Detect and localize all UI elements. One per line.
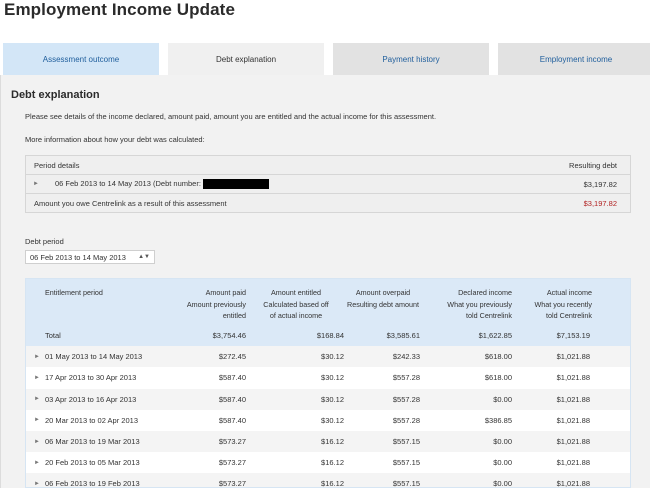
caret-right-icon[interactable]: ► <box>34 481 40 487</box>
total-paid: $3,754.46 <box>212 331 246 341</box>
row-paid: $573.27 <box>218 479 246 488</box>
row-period: 20 Mar 2013 to 02 Apr 2013 <box>45 415 138 425</box>
table-row[interactable]: ► 06 Mar 2013 to 19 Mar 2013 $573.27 $16… <box>26 431 630 453</box>
row-overpaid: $557.28 <box>392 394 420 404</box>
caret-right-icon[interactable]: ► <box>34 354 40 360</box>
caret-right-icon[interactable]: ► <box>34 396 40 402</box>
tab-payment-history[interactable]: Payment history <box>333 43 489 75</box>
row-declared: $0.00 <box>493 479 512 488</box>
total-row: Total $3,754.46 $168.84 $3,585.61 $1,622… <box>26 325 630 347</box>
row-overpaid: $242.33 <box>392 352 420 362</box>
row-overpaid: $557.15 <box>392 437 420 447</box>
row-declared: $0.00 <box>493 437 512 447</box>
amount-owed-row: Amount you owe Centrelink as a result of… <box>26 194 630 213</box>
tab-assessment-outcome[interactable]: Assessment outcome <box>3 43 159 75</box>
row-actual: $1,021.88 <box>556 415 590 425</box>
row-overpaid: $557.28 <box>392 415 420 425</box>
row-actual: $1,021.88 <box>556 352 590 362</box>
row-entitled: $30.12 <box>321 394 344 404</box>
header-amount-paid: Amount paid Amount previously entitled <box>186 288 246 320</box>
table-row[interactable]: ► 17 Apr 2013 to 30 Apr 2013 $587.40 $30… <box>26 367 630 389</box>
row-overpaid: $557.15 <box>392 458 420 468</box>
row-actual: $1,021.88 <box>556 437 590 447</box>
row-actual: $1,021.88 <box>556 394 590 404</box>
row-overpaid: $557.15 <box>392 479 420 488</box>
row-overpaid: $557.28 <box>392 373 420 383</box>
header-actual-income: Actual income What you recently told Cen… <box>534 288 592 320</box>
caret-right-icon[interactable]: ► <box>34 375 40 381</box>
debt-period-select[interactable]: 06 Feb 2013 to 14 May 2013 ▲▼ <box>25 250 155 264</box>
period-row[interactable]: ► 06 Feb 2013 to 14 May 2013 (Debt numbe… <box>26 175 630 194</box>
section-heading: Debt explanation <box>11 89 100 101</box>
caret-right-icon[interactable]: ► <box>34 417 40 423</box>
period-details-label: Period details <box>34 160 80 170</box>
row-entitled: $30.12 <box>321 352 344 362</box>
row-entitled: $16.12 <box>321 479 344 488</box>
period-details-box: Period details Resulting debt ► 06 Feb 2… <box>25 155 631 213</box>
debt-period-selected: 06 Feb 2013 to 14 May 2013 <box>30 252 126 262</box>
total-actual: $7,153.19 <box>556 331 590 341</box>
row-period: 06 Feb 2013 to 19 Feb 2013 <box>45 479 140 488</box>
more-info-text: More information about how your debt was… <box>25 135 205 144</box>
row-declared: $0.00 <box>493 394 512 404</box>
row-period: 01 May 2013 to 14 May 2013 <box>45 352 143 362</box>
row-declared: $618.00 <box>484 373 512 383</box>
tab-bar: Assessment outcome Debt explanation Paym… <box>3 43 650 75</box>
row-period: 17 Apr 2013 to 30 Apr 2013 <box>45 373 137 383</box>
row-actual: $1,021.88 <box>556 458 590 468</box>
period-debt-value: $3,197.82 <box>583 179 617 189</box>
header-amount-entitled: Amount entitled Calculated based off of … <box>263 288 329 320</box>
row-entitled: $16.12 <box>321 458 344 468</box>
debt-period-label: Debt period <box>25 237 64 246</box>
row-period: 06 Mar 2013 to 19 Mar 2013 <box>45 437 140 447</box>
row-paid: $587.40 <box>218 373 246 383</box>
row-actual: $1,021.88 <box>556 373 590 383</box>
resulting-debt-label: Resulting debt <box>569 160 617 170</box>
row-actual: $1,021.88 <box>556 479 590 488</box>
row-paid: $587.40 <box>218 394 246 404</box>
total-entitled: $168.84 <box>316 331 344 341</box>
period-text-wrap: 06 Feb 2013 to 14 May 2013 (Debt number: <box>55 179 269 189</box>
row-paid: $573.27 <box>218 437 246 447</box>
amount-owed-label: Amount you owe Centrelink as a result of… <box>34 199 227 208</box>
table-row[interactable]: ► 20 Feb 2013 to 05 Mar 2013 $573.27 $16… <box>26 452 630 474</box>
entitlement-table: Entitlement period Amount paid Amount pr… <box>25 278 631 488</box>
table-row[interactable]: ► 06 Feb 2013 to 19 Feb 2013 $573.27 $16… <box>26 473 630 488</box>
header-amount-overpaid: Amount overpaid Resulting debt amount <box>347 288 419 309</box>
row-paid: $587.40 <box>218 415 246 425</box>
period-details-header: Period details Resulting debt <box>26 156 630 175</box>
row-paid: $573.27 <box>218 458 246 468</box>
caret-right-icon[interactable]: ► <box>34 460 40 466</box>
tab-debt-explanation[interactable]: Debt explanation <box>168 43 324 75</box>
caret-right-icon[interactable]: ► <box>34 439 40 445</box>
total-declared: $1,622.85 <box>478 331 512 341</box>
header-declared-income: Declared income What you previously told… <box>447 288 512 320</box>
row-entitled: $30.12 <box>321 415 344 425</box>
table-header: Entitlement period Amount paid Amount pr… <box>26 279 630 325</box>
table-row[interactable]: ► 01 May 2013 to 14 May 2013 $272.45 $30… <box>26 346 630 368</box>
redacted-debt-number <box>202 179 269 189</box>
page-title: Employment Income Update <box>4 0 235 19</box>
row-period: 03 Apr 2013 to 16 Apr 2013 <box>45 394 137 404</box>
caret-right-icon[interactable]: ► <box>33 181 39 187</box>
row-declared: $618.00 <box>484 352 512 362</box>
tab-employment-income[interactable]: Employment income <box>498 43 650 75</box>
period-text: 06 Feb 2013 to 14 May 2013 (Debt number: <box>55 178 201 188</box>
row-period: 20 Feb 2013 to 05 Mar 2013 <box>45 458 140 468</box>
select-arrows-icon: ▲▼ <box>138 254 150 260</box>
row-paid: $272.45 <box>218 352 246 362</box>
row-entitled: $30.12 <box>321 373 344 383</box>
total-label: Total <box>45 331 61 341</box>
intro-text: Please see details of the income declare… <box>25 112 437 121</box>
amount-owed-value: $3,197.82 <box>583 199 617 208</box>
row-declared: $386.85 <box>484 415 512 425</box>
header-entitlement-period: Entitlement period <box>45 288 103 297</box>
total-overpaid: $3,585.61 <box>386 331 420 341</box>
row-entitled: $16.12 <box>321 437 344 447</box>
row-declared: $0.00 <box>493 458 512 468</box>
table-row[interactable]: ► 20 Mar 2013 to 02 Apr 2013 $587.40 $30… <box>26 409 630 431</box>
table-row[interactable]: ► 03 Apr 2013 to 16 Apr 2013 $587.40 $30… <box>26 388 630 410</box>
